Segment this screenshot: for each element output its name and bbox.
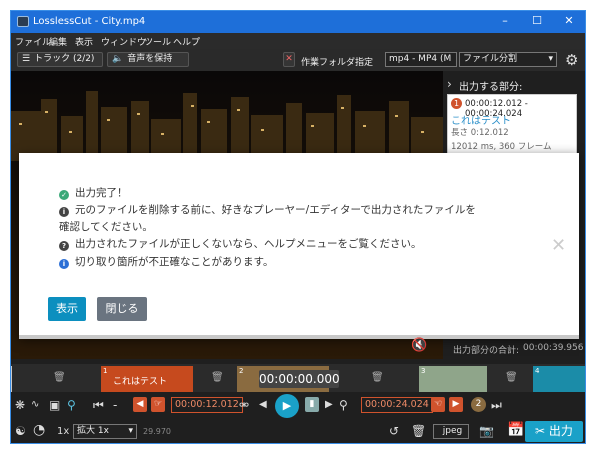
title-bar: LosslessCut - City.mp4 – ☐ ✕ bbox=[11, 11, 585, 33]
timeline-segment-1[interactable]: 1 これはテスト bbox=[101, 366, 193, 392]
fps-value: 29.970 bbox=[143, 427, 171, 436]
tracks-button[interactable]: ☰ トラック (2/2) bbox=[17, 52, 103, 67]
total-value: 00:00:39.956 bbox=[523, 343, 584, 353]
menu-file[interactable]: ファイル bbox=[15, 35, 51, 48]
menu-tools[interactable]: ツール bbox=[144, 35, 171, 48]
gear-icon[interactable]: ⚙ bbox=[565, 51, 578, 69]
timeline-segment-4[interactable]: 4 bbox=[533, 366, 585, 392]
next-frame-icon[interactable]: ▶ bbox=[325, 398, 333, 412]
end-time-input[interactable]: 00:00:24.024 bbox=[361, 397, 433, 413]
message-line: ? 出力されたファイルが正しくないなら、ヘルプメニューをご覧ください。 bbox=[59, 236, 422, 251]
segment-card[interactable]: 1 00:00:12.012 - 00:00:24.024 これはテスト 長さ … bbox=[447, 94, 577, 154]
timeline-segment-3[interactable]: 3 bbox=[419, 366, 487, 392]
set-end-button[interactable]: ☜ bbox=[431, 397, 445, 412]
timeline[interactable]: 🗑 1 これはテスト 🗑 2 00:00:00.000 🗑 3 🗑 4 bbox=[11, 364, 585, 392]
segment-count-badge: 2 bbox=[471, 397, 486, 412]
message-line: i 元のファイルを削除する前に、好きなプレーヤー/エディターで出力されたファイルを bbox=[59, 202, 476, 217]
window-title: LosslessCut - City.mp4 bbox=[33, 16, 146, 27]
bottom-bar: ☯ ◔ 1x 拡大 1x ▾ 29.970 ↺ 🗑 jpeg 📷 📅 ✂ 出力 bbox=[11, 418, 585, 443]
set-start-button[interactable]: ☞ bbox=[151, 397, 165, 412]
format-select[interactable]: mp4 - MP4 (M bbox=[385, 52, 457, 67]
clear-workdir-button[interactable]: ✕ bbox=[283, 52, 295, 67]
list-icon: ☰ bbox=[22, 54, 31, 64]
skip-end-icon[interactable]: ⏭ bbox=[491, 398, 502, 412]
message-line: ✓ 出力完了！ bbox=[59, 185, 128, 200]
segments-header: 出力する部分: bbox=[459, 82, 523, 93]
mode-select[interactable]: ファイル分割 ▾ bbox=[459, 52, 557, 67]
export-button[interactable]: ✂ 出力 bbox=[525, 421, 583, 442]
menu-window[interactable]: ウィンドウ bbox=[101, 35, 146, 48]
key-icon[interactable]: ⚲ bbox=[67, 398, 76, 412]
rotate-icon[interactable]: ↺ bbox=[389, 424, 399, 438]
chevron-down-icon: ▾ bbox=[128, 426, 133, 436]
workdir-button[interactable]: 作業フォルダ指定 bbox=[301, 55, 373, 68]
chevron-down-icon: ▾ bbox=[548, 54, 553, 64]
export-complete-dialog: ✓ 出力完了！ i 元のファイルを削除する前に、好きなプレーヤー/エディターで出力さ… bbox=[19, 153, 579, 339]
trash-icon[interactable]: 🗑 bbox=[211, 372, 224, 383]
keep-audio-button[interactable]: 🔈 音声を保持 bbox=[107, 52, 189, 67]
skip-start-icon[interactable]: ⏮ bbox=[93, 398, 104, 412]
playback-controls: ❋ ∿ ▣ ⚲ ⏮ - ◀ ☞ 00:00:12.012 ⚮ ◀ ▶ ▮ ▶ ⚲… bbox=[11, 392, 585, 418]
calendar-icon[interactable]: 📅 bbox=[507, 423, 524, 437]
message-line: i 切り取り箇所が不正確なことがあります。 bbox=[59, 254, 273, 269]
menu-help[interactable]: ヘルプ bbox=[173, 35, 200, 48]
zoom-select[interactable]: 拡大 1x ▾ bbox=[73, 424, 137, 439]
info-icon: i bbox=[59, 207, 69, 217]
snapshot-format-select[interactable]: jpeg bbox=[433, 424, 469, 439]
top-toolbar: ☰ トラック (2/2) 🔈 音声を保持 ✕ 作業フォルダ指定 mp4 - MP4 … bbox=[11, 49, 585, 71]
trash-icon[interactable]: 🗑 bbox=[411, 424, 426, 438]
menu-view[interactable]: 表示 bbox=[75, 35, 93, 48]
speed-icon[interactable]: ◔ bbox=[33, 423, 45, 437]
app-icon bbox=[17, 16, 29, 27]
prev-frame-icon[interactable]: ◀ bbox=[259, 398, 267, 412]
trash-icon[interactable]: 🗑 bbox=[505, 372, 518, 383]
scissors-icon: ✂ bbox=[535, 424, 549, 438]
merge-icon[interactable]: ☯ bbox=[15, 424, 26, 438]
settings-icon[interactable]: ❋ bbox=[15, 398, 25, 412]
minimize-icon[interactable]: – bbox=[497, 14, 513, 28]
image-icon[interactable]: ▣ bbox=[49, 398, 60, 412]
keyframe-icon[interactable]: ⚮ bbox=[239, 398, 249, 412]
start-time-input[interactable]: 00:00:12.012 bbox=[171, 397, 243, 413]
progress-bar bbox=[19, 335, 579, 339]
speaker-icon: 🔈 bbox=[112, 54, 124, 64]
show-button[interactable]: 表示 bbox=[48, 297, 86, 321]
segment-frames: 12012 ms, 360 フレーム bbox=[451, 142, 552, 152]
play-button[interactable]: ▶ bbox=[275, 394, 299, 418]
key-icon[interactable]: ⚲ bbox=[339, 398, 348, 412]
close-icon[interactable]: ✕ bbox=[551, 235, 566, 256]
info-icon: i bbox=[59, 259, 69, 269]
message-line: 確認してください。 bbox=[59, 221, 153, 233]
camera-icon[interactable]: 📷 bbox=[479, 424, 494, 438]
chevron-right-icon[interactable]: › bbox=[447, 77, 452, 91]
check-icon: ✓ bbox=[59, 190, 69, 200]
waveform-icon[interactable]: ∿ bbox=[31, 398, 39, 412]
jump-end-button[interactable]: ▶ bbox=[449, 397, 463, 412]
playback-rate[interactable]: 1x bbox=[57, 425, 69, 439]
current-time-display: 00:00:00.000 bbox=[259, 370, 340, 388]
app-window: LosslessCut - City.mp4 – ☐ ✕ ファイル 編集 表示 … bbox=[10, 10, 586, 444]
trash-icon[interactable]: 🗑 bbox=[371, 372, 384, 383]
set-cut-button[interactable]: ▮ bbox=[305, 397, 319, 412]
minus-icon[interactable]: - bbox=[113, 398, 117, 412]
maximize-icon[interactable]: ☐ bbox=[529, 14, 545, 28]
segment-name: これはテスト bbox=[451, 116, 511, 127]
question-icon: ? bbox=[59, 241, 69, 251]
jump-start-button[interactable]: ◀ bbox=[133, 397, 147, 412]
menu-bar: ファイル 編集 表示 ウィンドウ ツール ヘルプ bbox=[11, 33, 585, 49]
segment-length: 長さ 0:12.012 bbox=[451, 128, 509, 138]
total-label: 出力部分の合計: bbox=[453, 346, 520, 356]
close-icon[interactable]: ✕ bbox=[561, 14, 577, 28]
menu-edit[interactable]: 編集 bbox=[49, 35, 67, 48]
mute-icon[interactable]: 🔇 bbox=[411, 338, 427, 353]
close-button[interactable]: 閉じる bbox=[97, 297, 147, 321]
segment-index: 1 bbox=[451, 98, 462, 109]
trash-icon[interactable]: 🗑 bbox=[53, 372, 66, 383]
